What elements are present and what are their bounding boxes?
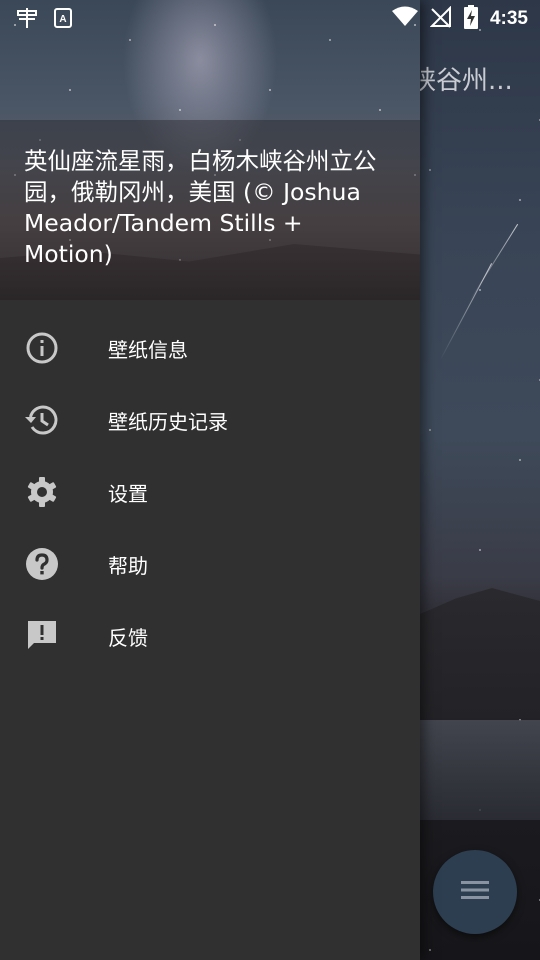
lake-reflection xyxy=(420,720,540,820)
menu-item-wallpaper-history[interactable]: 壁纸历史记录 xyxy=(0,384,420,456)
app-title-behind-drawer: 峡谷州... xyxy=(410,66,513,96)
app-notification-icon xyxy=(14,6,40,34)
status-time: 4:35 xyxy=(489,8,528,29)
signal-off-icon xyxy=(429,5,452,32)
info-icon xyxy=(25,331,59,365)
status-bar: A 4:35 xyxy=(0,0,540,36)
menu-icon xyxy=(460,879,490,905)
drawer-header-image: 英仙座流星雨，白杨木峡谷州立公园，俄勒冈州，美国 (© Joshua Meado… xyxy=(0,0,420,300)
menu-item-label: 设置 xyxy=(108,481,148,506)
wifi-icon xyxy=(391,6,418,32)
menu-item-label: 壁纸历史记录 xyxy=(108,409,228,434)
feedback-icon xyxy=(25,619,59,653)
menu-item-label: 帮助 xyxy=(108,553,148,578)
menu-item-settings[interactable]: 设置 xyxy=(0,456,420,528)
history-icon xyxy=(25,403,59,437)
menu-item-label: 壁纸信息 xyxy=(108,337,188,362)
settings-gear-icon xyxy=(25,475,59,509)
navigation-drawer: 英仙座流星雨，白杨木峡谷州立公园，俄勒冈州，美国 (© Joshua Meado… xyxy=(0,0,420,960)
menu-item-help[interactable]: 帮助 xyxy=(0,528,420,600)
drawer-menu: 壁纸信息 壁纸历史记录 设置 帮助 反馈 xyxy=(0,312,420,672)
menu-item-feedback[interactable]: 反馈 xyxy=(0,600,420,672)
battery-charging-icon xyxy=(463,5,478,33)
wallpaper-caption: 英仙座流星雨，白杨木峡谷州立公园，俄勒冈州，美国 (© Joshua Meado… xyxy=(24,147,377,268)
translate-icon: A xyxy=(54,8,72,32)
help-icon xyxy=(25,547,59,581)
menu-item-wallpaper-info[interactable]: 壁纸信息 xyxy=(0,312,420,384)
mountain-silhouette xyxy=(420,588,540,718)
svg-text:A: A xyxy=(59,14,66,25)
menu-fab-button[interactable] xyxy=(433,850,517,934)
menu-item-label: 反馈 xyxy=(108,625,148,650)
